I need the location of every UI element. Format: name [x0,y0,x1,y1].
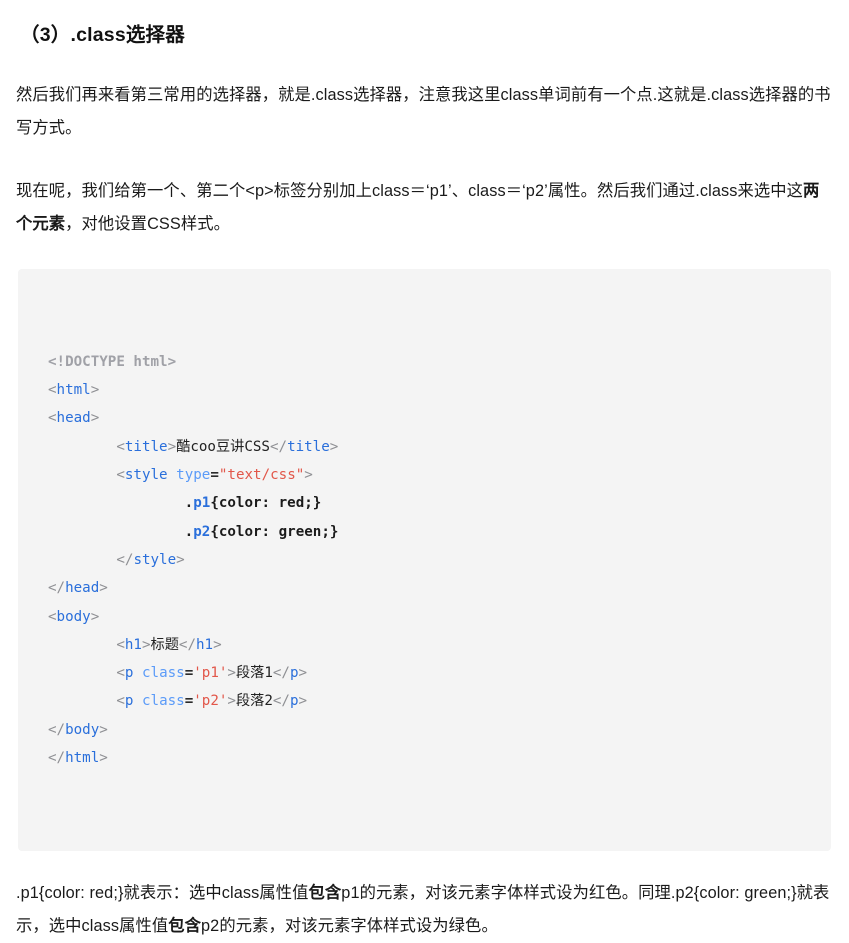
paragraph-usage-text-b: ，对他设置CSS样式。 [65,215,230,234]
code-token-punct: < [48,608,57,625]
code-line: <title>酷coo豆讲CSS</title> [48,433,831,461]
code-token-punct: > [329,438,339,455]
code-token-cn: 酷coo豆讲CSS [176,438,270,455]
code-token-eq: = [210,467,219,484]
code-line: <style type="text/css"> [48,461,831,489]
code-token-css: {color: green;} [210,523,339,540]
code-token-string: 'p1' [193,665,228,682]
code-token-punct: </ [48,721,66,738]
article-page: （3）.class选择器 然后我们再来看第三常用的选择器，就是.class选择器… [0,22,849,943]
code-token-punct: > [227,665,236,682]
code-lines-container: <!DOCTYPE html> <html> <head> <title>酷coo豆… [48,348,831,772]
code-token-doctype: <!DOCTYPE html> [48,353,177,370]
page-title: （3）.class选择器 [20,24,185,46]
code-token-tag: title [287,438,330,455]
code-token-css: . [184,523,194,540]
code-token-tag: p [289,665,299,682]
code-token-punct: > [90,382,100,399]
code-token-punct: > [298,665,308,682]
paragraph-explanation-text-c: p2的元素，对该元素字体样式设为绿色。 [201,916,498,935]
paragraph-intro: 然后我们再来看第三常用的选择器，就是.class选择器，注意我这里class单词… [16,79,833,145]
code-token-cn: 段落1 [235,665,273,682]
code-token-punct: > [167,438,177,455]
code-token-attr: class [141,665,185,682]
code-token-css: {color: red;} [210,495,322,512]
code-line: </html> [48,744,831,772]
code-token-punct: > [99,750,108,767]
code-token-tag: style [133,551,177,568]
code-token-attr: type [176,467,211,484]
code-token-punct: > [90,608,100,625]
code-token-punct: </ [269,438,288,455]
code-token-string: 'p2' [193,693,228,710]
code-token-punct: < [48,410,57,427]
code-block[interactable]: <!DOCTYPE html> <html> <head> <title>酷coo豆… [18,269,831,851]
code-line: <body> [48,603,831,631]
paragraph-explanation: .p1{color: red;}就表示：选中class属性值包含p1的元素，对该… [16,877,833,943]
code-token-punct: < [116,636,125,653]
paragraph-explanation-emphasis-2: 包含 [168,916,202,935]
code-token-punct: > [304,467,313,484]
code-token-punct: > [227,693,236,710]
code-line: .p1{color: red;} [48,489,831,517]
code-token-punct: > [176,551,185,568]
code-line: <!DOCTYPE html> [48,348,831,376]
code-token-punct: > [213,636,222,653]
code-line: <head> [48,404,831,432]
code-line: .p2{color: green;} [48,518,831,546]
paragraph-usage: 现在呢，我们给第一个、第二个<p>标签分别加上class＝‘p1’、class＝… [16,175,833,241]
code-token-punct: < [48,382,57,399]
code-token-punct: > [298,693,308,710]
code-token-tag: h1 [124,636,142,653]
code-token-tag: title [124,438,168,455]
code-line: </style> [48,546,831,574]
code-token-punct: > [141,636,151,653]
code-token-sel: p2 [193,523,211,540]
code-line: <html> [48,376,831,404]
code-line: <h1>标题</h1> [48,631,831,659]
code-token-punct: </ [272,665,290,682]
code-token-cn: 标题 [150,636,179,653]
code-line: <p class='p1'>段落1</p> [48,659,831,687]
code-line: </body> [48,716,831,744]
paragraph-explanation-emphasis-1: 包含 [308,883,342,902]
code-token-eq: = [184,693,194,710]
code-token-punct: </ [48,580,66,597]
code-token-tag: html [65,750,100,767]
code-token-tag: h1 [196,636,214,653]
code-token-tag: p [289,693,299,710]
paragraph-usage-text-a: 现在呢，我们给第一个、第二个<p>标签分别加上class＝‘p1’、class＝… [16,182,803,201]
code-token-punct: < [116,467,125,484]
paragraph-explanation-text-a: .p1{color: red;}就表示：选中class属性值 [16,883,309,902]
code-token-tag: body [56,608,91,625]
code-token-string: "text/css" [218,467,305,484]
code-token-tag: head [65,580,100,597]
code-line: <p class='p2'>段落2</p> [48,687,831,715]
paragraph-intro-text: 然后我们再来看第三常用的选择器，就是.class选择器，注意我这里class单词… [16,86,831,138]
code-token-punct: </ [178,636,197,653]
code-token-punct: > [99,580,108,597]
code-token-sel: p1 [193,495,211,512]
code-token-punct: </ [272,693,290,710]
code-token-cn: 段落2 [235,693,273,710]
code-token-css: . [184,495,194,512]
code-token-tag: html [56,382,91,399]
code-token-punct: </ [116,551,134,568]
code-line: </head> [48,574,831,602]
code-token-punct: < [116,693,125,710]
code-token-eq: = [184,665,194,682]
code-token-punct: </ [48,750,66,767]
code-token-tag: head [56,410,91,427]
code-token-tag: style [124,467,168,484]
code-token-tag: body [65,721,100,738]
code-token-attr: class [141,693,185,710]
code-token-punct: < [116,665,125,682]
code-token-punct: > [99,721,108,738]
code-token-punct: > [90,410,100,427]
code-token-punct: < [116,438,125,455]
